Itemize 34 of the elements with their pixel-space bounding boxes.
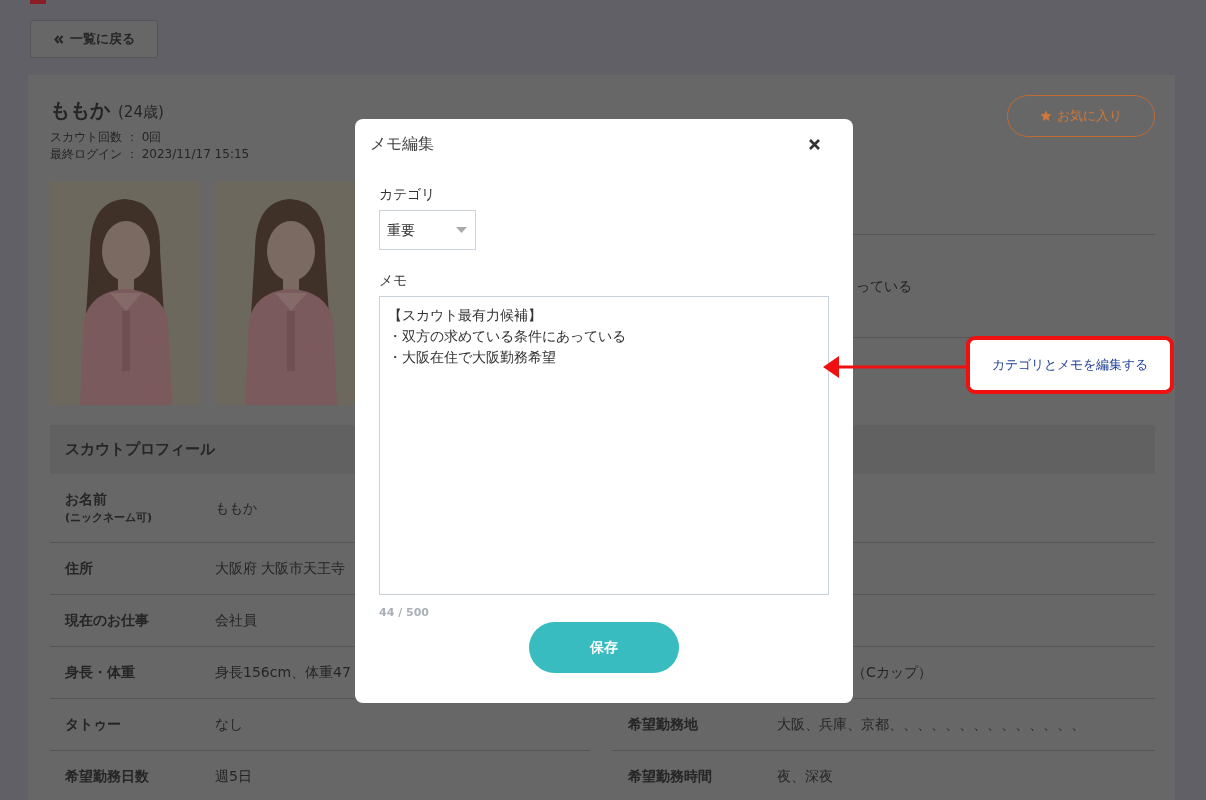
save-button[interactable]: 保存 xyxy=(529,621,679,673)
field-value: 夜、深夜 xyxy=(777,767,833,786)
memo-label: メモ xyxy=(379,271,408,290)
field-value: なし xyxy=(215,715,243,734)
field-label: お名前 xyxy=(65,490,108,510)
memo-textarea[interactable]: 【スカウト最有力候補】 ・双方の求めている条件にあっている ・大阪在住で大阪勤務希望 xyxy=(379,296,829,595)
dialog-title: メモ編集 xyxy=(370,133,434,155)
field-value: 週5日 xyxy=(215,767,252,786)
field-label: 身長・体重 xyxy=(64,663,136,682)
caret-icon xyxy=(456,227,467,233)
field-label: 現在のお仕事 xyxy=(63,611,150,630)
field-label: 希望勤務日数 xyxy=(64,767,150,786)
field-value: （Cカップ） xyxy=(852,663,932,682)
profile-age: (24歳) xyxy=(118,102,164,123)
category-select[interactable]: 重要 xyxy=(379,210,476,250)
double-chevron-icon xyxy=(53,34,64,44)
memo-preview: っている xyxy=(856,276,912,296)
profile-name: ももか xyxy=(50,97,110,124)
field-label: 希望勤務地 xyxy=(627,715,699,734)
category-label: カテゴリ xyxy=(379,185,436,204)
field-value: 会社員 xyxy=(215,611,257,630)
callout-note: カテゴリとメモを編集する xyxy=(966,336,1174,394)
character-counter: 44 / 500 xyxy=(379,605,430,621)
field-value: ももか xyxy=(215,498,257,518)
star-icon xyxy=(1040,110,1052,122)
field-label: 希望勤務時間 xyxy=(627,767,713,786)
field-label: 住所 xyxy=(64,559,94,578)
logo-icon xyxy=(30,0,46,4)
field-label: タトゥー xyxy=(64,715,122,734)
field-value: 大阪、兵庫、京都、、、、、、、、、、、、、、 xyxy=(777,715,1085,734)
field-note: (ニックネーム可) xyxy=(65,510,154,527)
close-icon[interactable] xyxy=(809,138,820,150)
arrow-icon xyxy=(823,356,967,378)
field-value: 身長156cm、体重47 xyxy=(215,663,351,682)
